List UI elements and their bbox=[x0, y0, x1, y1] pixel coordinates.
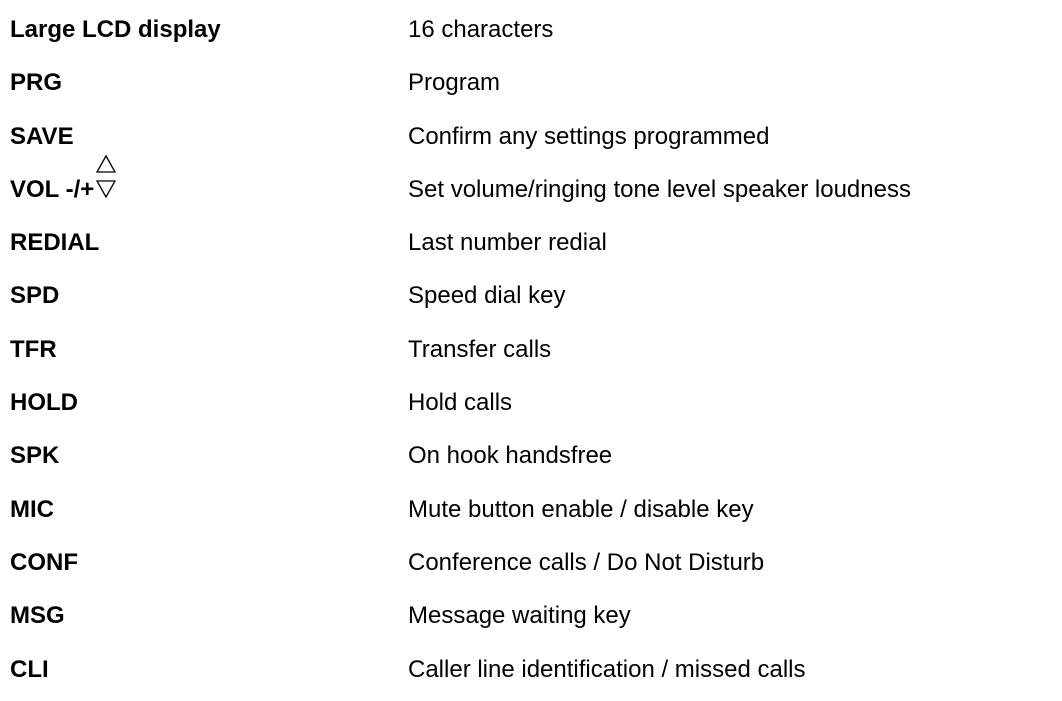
key-description: Last number redial bbox=[408, 229, 607, 257]
key-term: MIC bbox=[10, 495, 54, 523]
table-row: HOLD Hold calls bbox=[10, 373, 1060, 426]
key-term: PRG bbox=[10, 69, 63, 97]
table-row: SPD Speed dial key bbox=[10, 266, 1060, 319]
table-row: VOL -/+ Set volume/ringing tone level sp… bbox=[10, 154, 1060, 213]
key-description: Message waiting key bbox=[408, 602, 631, 630]
vol-term-label: VOL -/+ bbox=[10, 175, 95, 203]
key-term: TFR bbox=[10, 335, 57, 363]
key-term: REDIAL bbox=[10, 229, 100, 257]
key-description: Hold calls bbox=[408, 389, 513, 417]
down-triangle-icon bbox=[96, 180, 117, 199]
key-term: CONF bbox=[10, 548, 78, 576]
table-row: SAVE Confirm any settings programmed bbox=[10, 107, 1060, 160]
key-term: HOLD bbox=[10, 389, 78, 417]
table-row: CLI Caller line identification / missed … bbox=[10, 640, 1060, 693]
table-row: PRG Program bbox=[10, 53, 1060, 106]
table-row: MIC Mute button enable / disable key bbox=[10, 480, 1060, 533]
key-term: Large LCD display bbox=[10, 16, 221, 43]
key-description: Program bbox=[408, 69, 501, 97]
table-row: Large LCD display 16 characters bbox=[10, 0, 1060, 53]
key-description: Conference calls / Do Not Disturb bbox=[408, 548, 765, 576]
table-row: SPK On hook handsfree bbox=[10, 426, 1060, 479]
key-description: Set volume/ringing tone level speaker lo… bbox=[408, 175, 911, 203]
key-term: MSG bbox=[10, 602, 65, 630]
key-description: Transfer calls bbox=[408, 335, 552, 363]
table-row: TFR Transfer calls bbox=[10, 320, 1060, 373]
table-row: MSG Message waiting key bbox=[10, 586, 1060, 639]
table-row: REDIAL Last number redial bbox=[10, 213, 1060, 266]
key-term: VOL -/+ bbox=[10, 154, 118, 205]
key-function-table: Large LCD display 16 characters PRG Prog… bbox=[10, 0, 1060, 693]
key-description: On hook handsfree bbox=[408, 442, 613, 470]
key-term: CLI bbox=[10, 655, 49, 683]
key-description: Mute button enable / disable key bbox=[408, 495, 754, 523]
key-description: 16 characters bbox=[408, 16, 554, 43]
table-row: CONF Conference calls / Do Not Disturb bbox=[10, 533, 1060, 586]
up-triangle-icon bbox=[96, 154, 117, 173]
key-description: Speed dial key bbox=[408, 282, 566, 310]
vol-arrows bbox=[96, 154, 118, 205]
key-description: Confirm any settings programmed bbox=[408, 122, 770, 150]
key-term: SPD bbox=[10, 282, 60, 310]
key-description: Caller line identification / missed call… bbox=[408, 655, 806, 683]
key-term: SAVE bbox=[10, 122, 74, 150]
key-term: SPK bbox=[10, 442, 60, 470]
